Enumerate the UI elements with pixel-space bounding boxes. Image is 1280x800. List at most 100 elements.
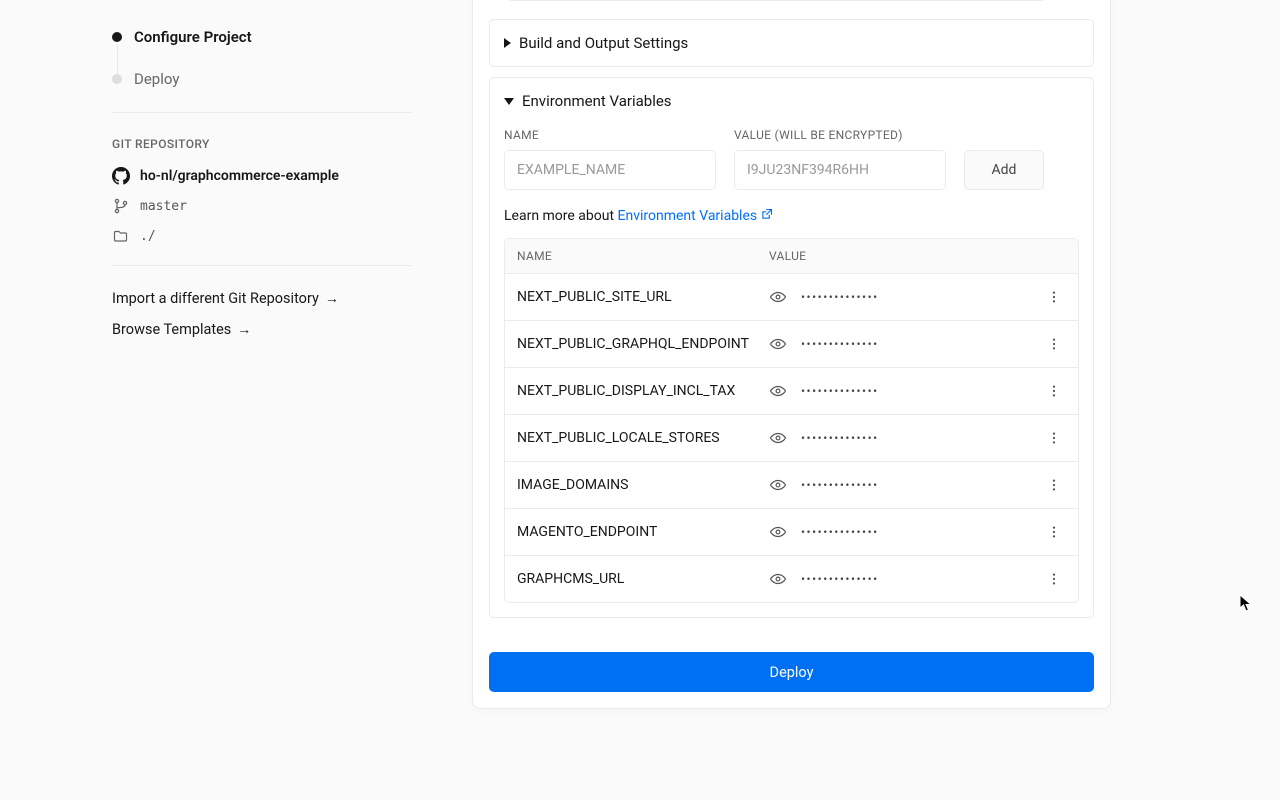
arrow-right-icon: → [237,321,251,338]
caret-right-icon [504,38,511,48]
link-text: Browse Templates [112,321,231,338]
masked-value: •••••••••••••• [801,431,879,445]
env-var-value-cell: •••••••••••••• [769,429,1042,447]
env-var-row: NEXT_PUBLIC_DISPLAY_INCL_TAX ••••••••••••… [505,367,1078,414]
env-var-menu-button[interactable] [1042,478,1066,492]
build-output-settings-toggle[interactable]: Build and Output Settings [504,34,1079,52]
caret-down-icon [504,98,514,105]
env-body: NAME VALUE (WILL BE ENCRYPTED) Add Learn… [504,110,1079,603]
browse-templates-link[interactable]: Browse Templates → [112,321,412,338]
folder-icon [112,227,130,245]
kebab-icon [1047,572,1061,586]
env-var-menu-button[interactable] [1042,572,1066,586]
reveal-value-button[interactable] [769,523,787,541]
reveal-value-button[interactable] [769,570,787,588]
env-var-name: NEXT_PUBLIC_DISPLAY_INCL_TAX [517,383,769,399]
env-name-input[interactable] [504,150,716,190]
environment-variables-docs-link[interactable]: Environment Variables [618,208,774,224]
branch-name: master [140,199,187,214]
env-vars-table: NAME VALUE NEXT_PUBLIC_SITE_URL•••••••••… [504,238,1079,603]
eye-icon [769,288,787,306]
eye-icon [769,570,787,588]
column-header-name: NAME [517,249,769,263]
branch-icon [112,197,130,215]
eye-icon [769,476,787,494]
eye-icon [769,382,787,400]
eye-icon [769,429,787,447]
env-var-menu-button[interactable] [1042,384,1066,398]
import-different-repo-link[interactable]: Import a different Git Repository → [112,290,412,307]
env-var-menu-button[interactable] [1042,525,1066,539]
env-table-header: NAME VALUE [505,239,1078,273]
kebab-icon [1047,337,1061,351]
step-label: Deploy [134,70,179,88]
repo-name: ho-nl/graphcommerce-example [140,168,339,184]
build-output-settings-section: Build and Output Settings [489,19,1094,67]
configure-project-card: Build and Output Settings Environment Va… [472,0,1111,709]
section-title: Build and Output Settings [519,34,688,52]
eye-icon [769,523,787,541]
masked-value: •••••••••••••• [801,337,879,351]
deploy-button[interactable]: Deploy [489,652,1094,692]
name-label: NAME [504,128,716,142]
env-var-value-cell: •••••••••••••• [769,335,1042,353]
steps-list: Configure Project Deploy [112,28,412,88]
masked-value: •••••••••••••• [801,478,879,492]
reveal-value-button[interactable] [769,288,787,306]
env-var-row: MAGENTO_ENDPOINT•••••••••••••• [505,508,1078,555]
env-var-name: NEXT_PUBLIC_LOCALE_STORES [517,430,769,446]
env-var-value-cell: •••••••••••••• [769,476,1042,494]
root-dir-row: ./ [112,227,412,245]
link-text: Import a different Git Repository [112,290,319,307]
add-env-var-row: NAME VALUE (WILL BE ENCRYPTED) Add [504,128,1079,190]
step-dot-inactive [112,74,122,84]
env-var-row: IMAGE_DOMAINS •••••••••••••• [505,461,1078,508]
git-repository-heading: GIT REPOSITORY [112,137,412,151]
reveal-value-button[interactable] [769,429,787,447]
eye-icon [769,335,787,353]
env-var-name: IMAGE_DOMAINS [517,477,769,493]
github-icon [112,167,130,185]
env-var-menu-button[interactable] [1042,337,1066,351]
env-var-name: GRAPHCMS_URL [517,571,769,587]
masked-value: •••••••••••••• [801,572,879,586]
kebab-icon [1047,290,1061,304]
mouse-cursor [1239,594,1253,614]
kebab-icon [1047,384,1061,398]
kebab-icon [1047,525,1061,539]
external-link-icon [761,208,773,224]
step-label: Configure Project [134,28,252,46]
add-env-var-button[interactable]: Add [964,150,1044,190]
env-value-input[interactable] [734,150,946,190]
value-label: VALUE (WILL BE ENCRYPTED) [734,128,946,142]
env-var-value-cell: •••••••••••••• [769,523,1042,541]
env-var-row: NEXT_PUBLIC_LOCALE_STORES •••••••••••••• [505,414,1078,461]
env-var-menu-button[interactable] [1042,290,1066,304]
learn-more-prefix: Learn more about [504,208,618,224]
reveal-value-button[interactable] [769,335,787,353]
kebab-icon [1047,478,1061,492]
env-var-row: NEXT_PUBLIC_SITE_URL•••••••••••••• [505,273,1078,320]
value-field: VALUE (WILL BE ENCRYPTED) [734,128,946,190]
env-var-row: NEXT_PUBLIC_GRAPHQL_ENDPOINT••••••••••••… [505,320,1078,367]
env-var-value-cell: •••••••••••••• [769,288,1042,306]
divider [112,112,412,113]
env-var-name: NEXT_PUBLIC_SITE_URL [517,289,769,305]
masked-value: •••••••••••••• [801,384,879,398]
branch-row: master [112,197,412,215]
env-var-value-cell: •••••••••••••• [769,570,1042,588]
repo-name-row: ho-nl/graphcommerce-example [112,167,412,185]
step-deploy[interactable]: Deploy [112,70,412,88]
reveal-value-button[interactable] [769,476,787,494]
env-var-value-cell: •••••••••••••• [769,382,1042,400]
step-configure-project[interactable]: Configure Project [112,28,412,46]
environment-variables-section: Environment Variables NAME VALUE (WILL B… [489,77,1094,618]
masked-value: •••••••••••••• [801,525,879,539]
divider [112,265,412,266]
sidebar: Configure Project Deploy GIT REPOSITORY … [112,28,412,352]
reveal-value-button[interactable] [769,382,787,400]
kebab-icon [1047,431,1061,445]
env-var-menu-button[interactable] [1042,431,1066,445]
environment-variables-toggle[interactable]: Environment Variables [504,92,1079,110]
root-dir: ./ [140,229,156,244]
